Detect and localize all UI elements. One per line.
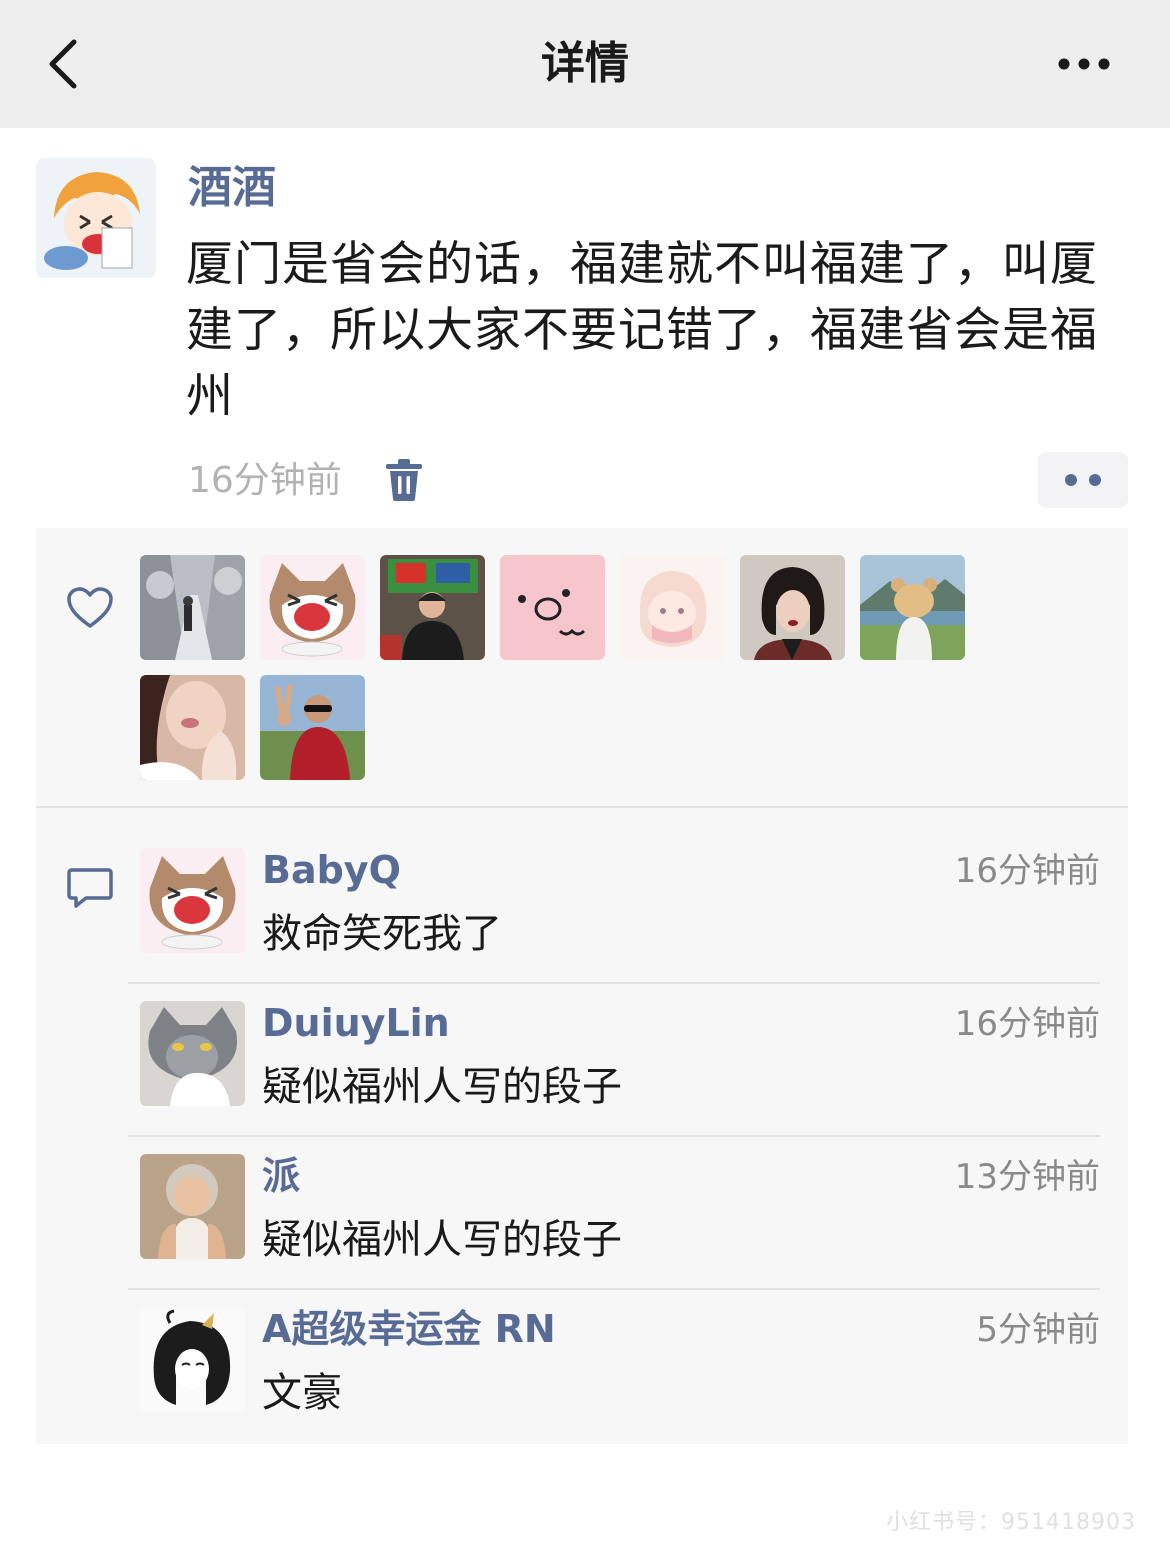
man-peace-sign-photo (260, 675, 365, 780)
like-avatar[interactable] (380, 555, 485, 660)
comment-text[interactable]: 文豪 (262, 1365, 342, 1421)
comment-text[interactable]: 疑似福州人写的段子 (262, 1059, 622, 1115)
trash-icon (386, 459, 422, 501)
crying-cat-cartoon (140, 848, 245, 953)
likes-divider (36, 806, 1128, 808)
back-button[interactable] (40, 34, 100, 94)
comment-text[interactable]: 救命笑死我了 (262, 906, 502, 962)
post-author-name[interactable]: 酒酒 (188, 158, 276, 218)
like-avatar[interactable] (860, 555, 965, 660)
page-title: 详情 (541, 38, 629, 89)
heart-icon (67, 587, 113, 628)
like-avatar[interactable] (500, 555, 605, 660)
post-content: 厦门是省会的话，福建就不叫福建了，叫厦建了，所以大家不要记错了，福建省会是福州 (186, 237, 1098, 424)
child-with-bubble-photo (140, 1154, 245, 1259)
comment-bubble-icon (67, 868, 113, 908)
watermark-text: 小红书号：951418903 (886, 1510, 1136, 1535)
menu-dot (1065, 474, 1077, 486)
pink-pig-face-image (500, 555, 605, 660)
commenter-avatar[interactable] (140, 848, 245, 953)
post-author-avatar[interactable] (36, 158, 156, 278)
like-avatar[interactable] (260, 555, 365, 660)
commenter-avatar[interactable] (140, 1154, 245, 1259)
more-button[interactable] (1054, 44, 1118, 84)
post-timestamp: 16分钟前 (188, 460, 342, 501)
delete-button[interactable] (384, 458, 424, 502)
grey-cat-photo (140, 1001, 245, 1106)
like-avatar[interactable] (740, 555, 845, 660)
comment-item: BabyQ 16分钟前 救命笑死我了 (128, 848, 1100, 1000)
comment-divider (128, 1135, 1100, 1137)
chevron-left-icon (49, 39, 77, 89)
snowy-street-photo (140, 555, 245, 660)
commenter-name[interactable]: DuiuyLin (262, 997, 450, 1049)
woman-closeup-photo (140, 675, 245, 780)
commenter-avatar[interactable] (140, 1001, 245, 1106)
commenter-avatar[interactable] (140, 1307, 245, 1412)
like-avatar[interactable] (140, 675, 245, 780)
pastel-anime-girl-drawing (620, 555, 725, 660)
bear-mascot-lake-photo (860, 555, 965, 660)
comment-item: A超级幸运金 RN 5分钟前 文豪 (140, 1307, 1100, 1459)
crying-cat-cartoon (260, 555, 365, 660)
man-in-room-photo (380, 555, 485, 660)
anime-girl-avatar-image (36, 158, 156, 278)
top-navigation-bar: 详情 (0, 0, 1170, 128)
commenter-name[interactable]: A超级幸运金 RN (262, 1303, 556, 1355)
commenter-name[interactable]: BabyQ (262, 844, 401, 896)
comment-time: 13分钟前 (954, 1157, 1100, 1197)
comment-divider (128, 982, 1100, 984)
like-avatar[interactable] (260, 675, 365, 780)
more-dots-icon (1058, 58, 1110, 70)
comment-time: 16分钟前 (954, 1004, 1100, 1044)
ink-anime-girl-drawing (140, 1307, 245, 1412)
menu-dot (1089, 474, 1101, 486)
comment-time: 16分钟前 (954, 851, 1100, 891)
comment-item: 派 13分钟前 疑似福州人写的段子 (128, 1154, 1100, 1306)
interaction-panel: BabyQ 16分钟前 救命笑死我了 DuiuyLin 16分钟前 疑似福州人写… (36, 528, 1128, 1444)
like-comment-menu-button[interactable] (1038, 452, 1128, 508)
like-avatar[interactable] (620, 555, 725, 660)
comment-time: 5分钟前 (976, 1310, 1100, 1350)
like-avatar[interactable] (140, 555, 245, 660)
woman-portrait-photo (740, 555, 845, 660)
commenter-name[interactable]: 派 (262, 1150, 300, 1202)
comment-text[interactable]: 疑似福州人写的段子 (262, 1212, 622, 1268)
comment-divider (128, 1288, 1100, 1290)
comment-item: DuiuyLin 16分钟前 疑似福州人写的段子 (128, 1001, 1100, 1153)
